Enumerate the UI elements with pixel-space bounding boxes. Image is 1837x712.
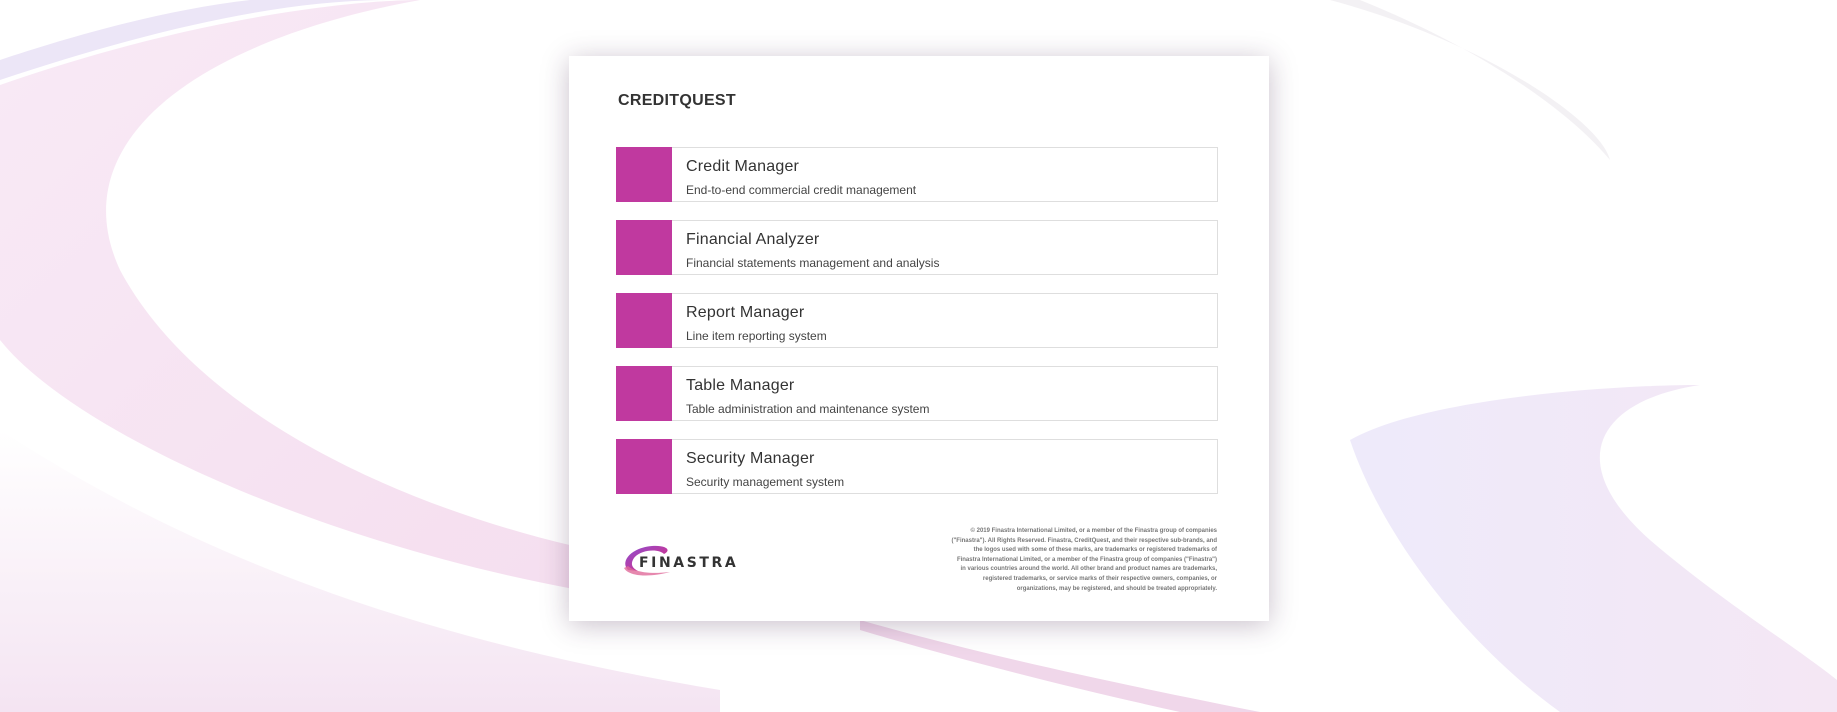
- app-accent-bar: [616, 220, 672, 275]
- app-tile-financial-analyzer[interactable]: Financial Analyzer Financial statements …: [616, 220, 1218, 275]
- app-launcher-card: CREDITQUEST Credit Manager End-to-end co…: [569, 56, 1269, 621]
- app-accent-bar: [616, 366, 672, 421]
- legal-line: registered trademarks, or service marks …: [982, 575, 1217, 582]
- legal-line: organizations, may be registered, and sh…: [1016, 585, 1217, 592]
- logo-wordmark: FINASTRA: [639, 555, 739, 571]
- app-description: Financial statements management and anal…: [686, 256, 940, 270]
- legal-line: ("Finastra"). All Rights Reserved. Finas…: [951, 537, 1217, 544]
- app-name: Report Manager: [686, 304, 805, 321]
- app-tile-security-manager[interactable]: Security Manager Security management sys…: [616, 439, 1218, 494]
- app-description: Table administration and maintenance sys…: [686, 402, 930, 416]
- app-list: Credit Manager End-to-end commercial cre…: [616, 147, 1218, 512]
- app-accent-bar: [616, 293, 672, 348]
- legal-line: the logos used with some of these marks,…: [973, 547, 1217, 554]
- legal-notice: © 2019 Finastra International Limited, o…: [897, 527, 1217, 594]
- app-description: Line item reporting system: [686, 329, 827, 343]
- app-accent-bar: [616, 147, 672, 202]
- app-tile-credit-manager[interactable]: Credit Manager End-to-end commercial cre…: [616, 147, 1218, 202]
- app-name: Table Manager: [686, 377, 795, 394]
- app-description: End-to-end commercial credit management: [686, 183, 917, 197]
- product-title: CREDITQUEST: [618, 92, 736, 109]
- app-name: Security Manager: [686, 450, 815, 467]
- finastra-logo: FINASTRA: [618, 540, 772, 580]
- legal-line: Finastra International Limited, or a mem…: [956, 556, 1217, 563]
- app-tile-table-manager[interactable]: Table Manager Table administration and m…: [616, 366, 1218, 421]
- legal-line: © 2019 Finastra International Limited, o…: [970, 528, 1217, 534]
- app-tile-report-manager[interactable]: Report Manager Line item reporting syste…: [616, 293, 1218, 348]
- app-name: Financial Analyzer: [686, 231, 820, 248]
- app-name: Credit Manager: [686, 158, 800, 175]
- app-accent-bar: [616, 439, 672, 494]
- legal-line: in various countries around the world. A…: [960, 566, 1218, 573]
- app-description: Security management system: [686, 475, 845, 489]
